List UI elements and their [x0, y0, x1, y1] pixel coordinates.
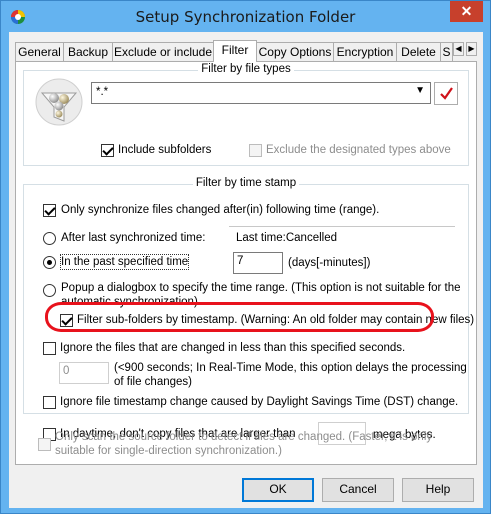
after-last-sync-label[interactable]: After last synchronized time: — [61, 231, 205, 245]
tab-scroll-right-icon[interactable]: ▶ — [466, 42, 477, 56]
tab-general[interactable]: General — [15, 42, 64, 61]
file-types-combobox[interactable]: *.* ▼ — [91, 82, 431, 104]
tab-strip: General Backup Exclude or include Filter… — [15, 40, 481, 62]
tab-backup[interactable]: Backup — [63, 42, 113, 61]
ignore-seconds-input[interactable]: 0 — [59, 362, 109, 384]
only-sync-changed-label[interactable]: Only synchronize files changed after(in)… — [61, 203, 379, 217]
close-icon: ✕ — [460, 3, 473, 19]
checkmark-icon — [440, 87, 453, 100]
in-past-time-label[interactable]: In the past specified time — [59, 254, 190, 270]
only-scan-source-label[interactable]: Only scan the source folder to detect if… — [55, 430, 471, 458]
days-input[interactable]: 7 — [233, 252, 283, 274]
apply-check-button[interactable] — [434, 82, 458, 105]
tab-encryption[interactable]: Encryption — [333, 42, 397, 61]
file-types-value: *.* — [96, 86, 109, 98]
last-time-status: Last time:Cancelled — [236, 232, 337, 244]
tab-delete[interactable]: Delete — [396, 42, 441, 61]
ignore-seconds-note: (<900 seconds; In Real-Time Mode, this o… — [114, 362, 467, 388]
after-last-sync-radio[interactable] — [43, 232, 56, 245]
tab-s-truncated[interactable]: S — [440, 42, 453, 61]
dropdown-arrow-icon[interactable]: ▼ — [415, 85, 425, 96]
ok-button[interactable]: OK — [242, 478, 314, 502]
filter-balls-icon — [35, 78, 83, 126]
include-subfolders-label[interactable]: Include subfolders — [118, 143, 211, 157]
dialog-client-area: General Backup Exclude or include Filter… — [9, 32, 483, 508]
setup-sync-folder-window: Setup Synchronization Folder ✕ General B… — [0, 0, 491, 514]
tab-copy-options[interactable]: Copy Options — [256, 42, 334, 61]
ignore-recent-label[interactable]: Ignore the files that are changed in les… — [60, 341, 405, 355]
title-bar[interactable]: Setup Synchronization Folder ✕ — [1, 1, 490, 32]
ignore-recent-checkbox[interactable] — [43, 342, 56, 355]
file-types-legend: Filter by file types — [198, 63, 294, 75]
exclude-designated-label[interactable]: Exclude the designated types above — [266, 143, 451, 157]
only-sync-changed-checkbox[interactable] — [43, 204, 56, 217]
tab-filter[interactable]: Filter — [213, 40, 257, 62]
time-stamp-legend: Filter by time stamp — [192, 177, 300, 189]
only-scan-source-checkbox[interactable] — [38, 438, 51, 451]
exclude-designated-checkbox[interactable] — [249, 144, 262, 157]
highlight-ellipse — [45, 302, 434, 332]
window-title: Setup Synchronization Folder — [135, 8, 356, 26]
help-button[interactable]: Help — [402, 478, 474, 502]
popup-dialog-radio[interactable] — [43, 284, 56, 297]
in-past-time-radio[interactable] — [43, 256, 56, 269]
ignore-dst-checkbox[interactable] — [43, 396, 56, 409]
include-subfolders-checkbox[interactable] — [101, 144, 114, 157]
filter-by-file-types-group: Filter by file types *.* ▼ Include subfo… — [23, 63, 469, 166]
ignore-dst-label[interactable]: Ignore file timestamp change caused by D… — [60, 395, 458, 409]
tab-exclude-or-include[interactable]: Exclude or include — [112, 42, 214, 61]
filter-tab-panel: Filter by file types *.* ▼ Include subfo… — [15, 61, 477, 465]
last-time-divider — [229, 226, 455, 227]
close-button[interactable]: ✕ — [450, 1, 483, 22]
days-unit-label: (days[-minutes]) — [288, 257, 371, 269]
tab-scroll-left-icon[interactable]: ◀ — [453, 42, 464, 56]
cancel-button[interactable]: Cancel — [322, 478, 394, 502]
